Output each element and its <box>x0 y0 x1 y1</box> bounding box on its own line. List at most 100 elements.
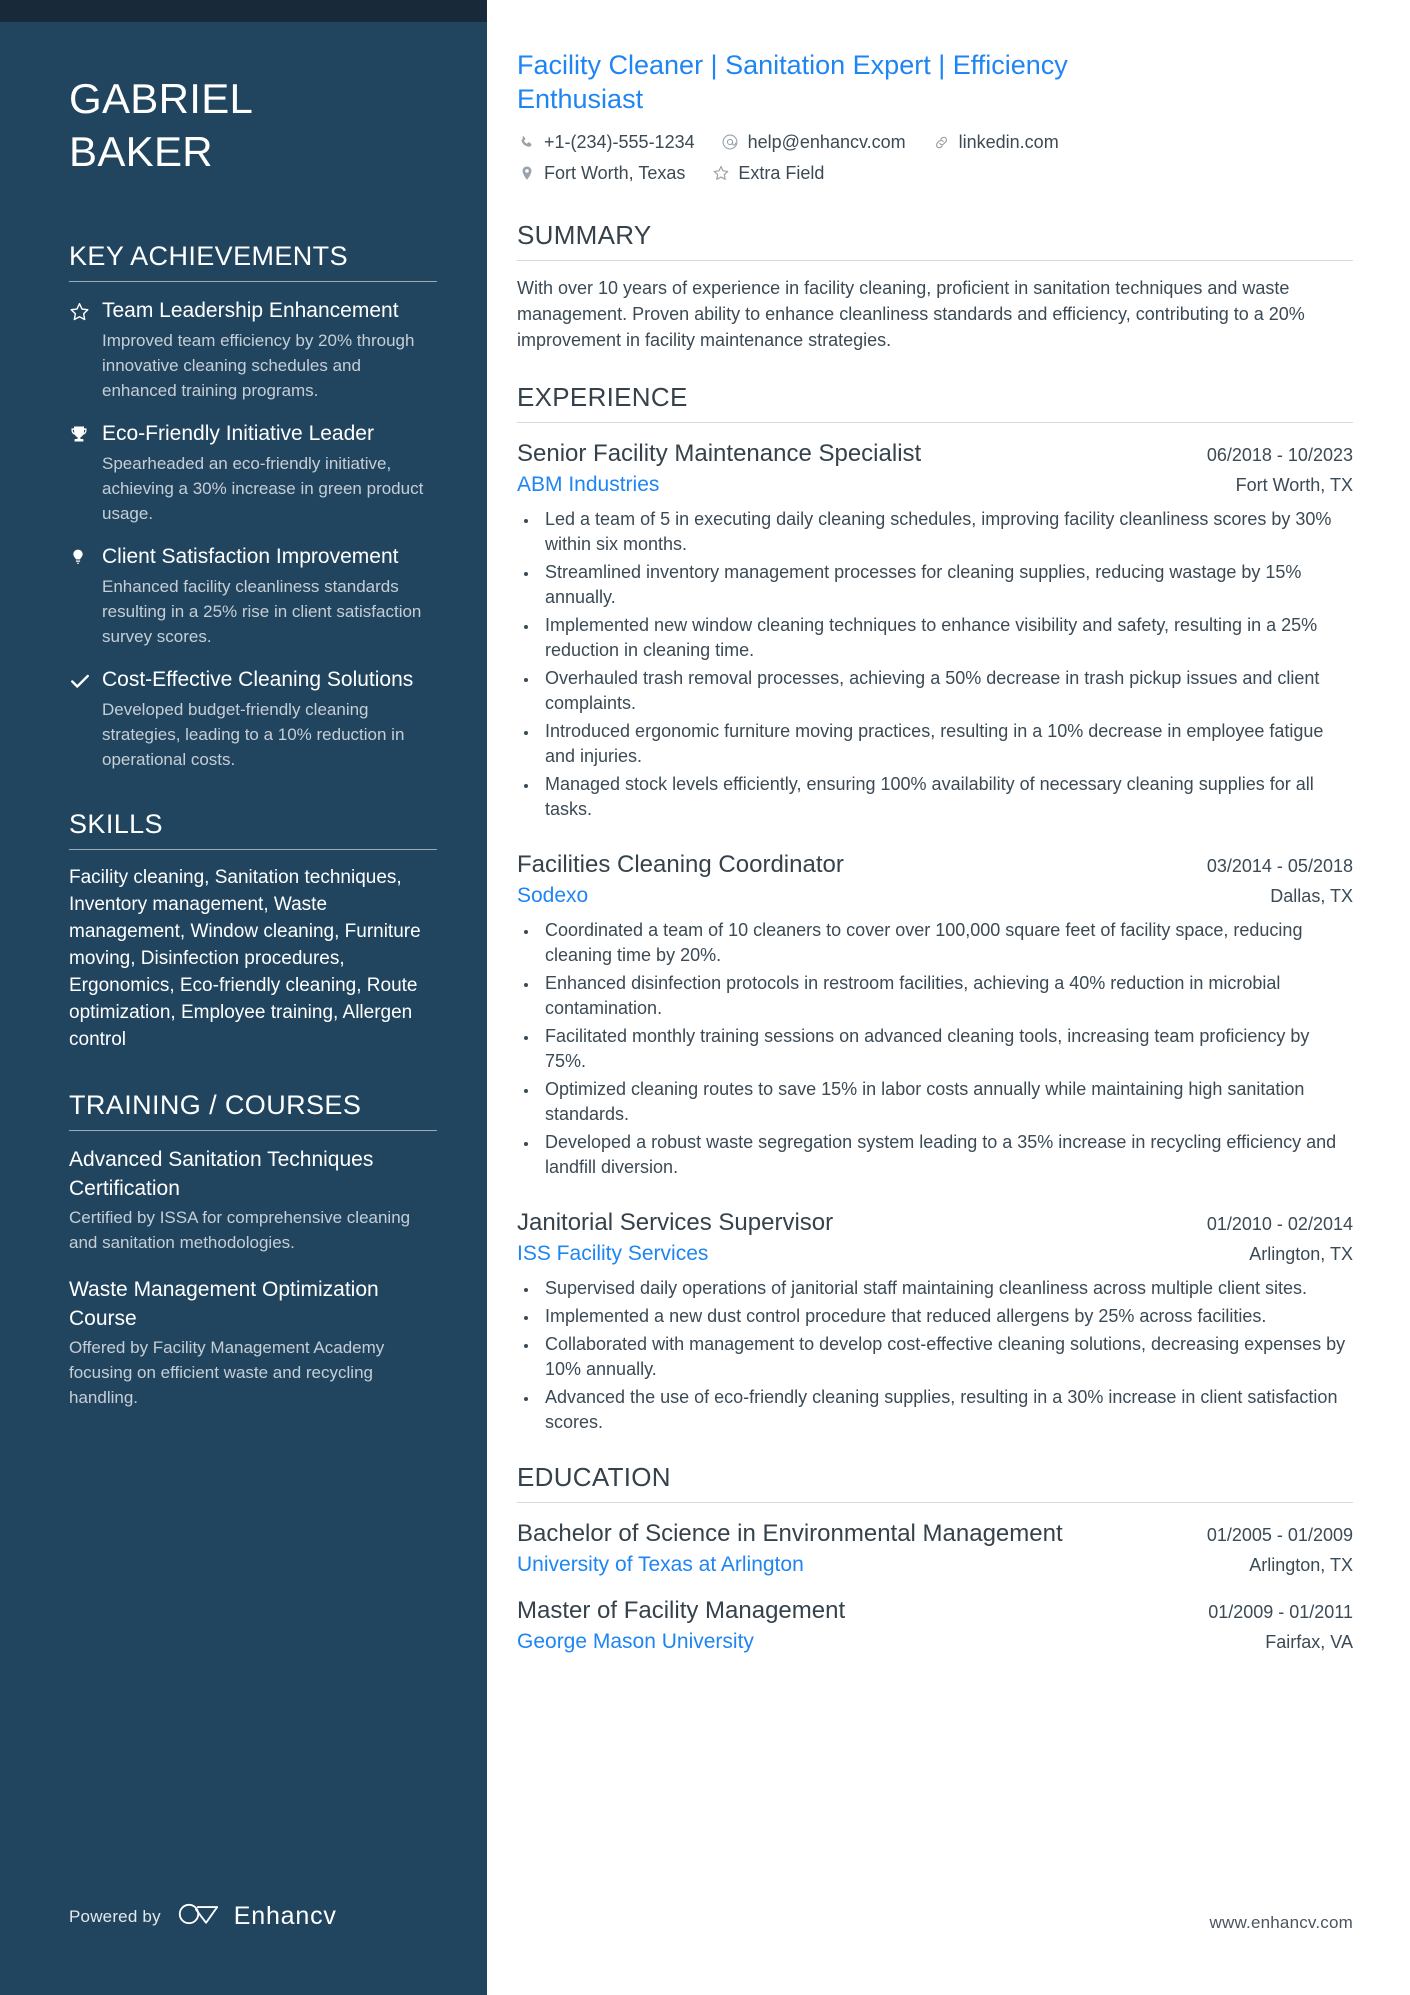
course-description: Offered by Facility Management Academy f… <box>69 1338 385 1407</box>
experience-dates: 03/2014 - 05/2018 <box>1206 856 1353 876</box>
experience-location: Dallas, TX <box>1270 886 1353 906</box>
contact-extra-field[interactable]: Extra Field <box>711 161 824 185</box>
bullet-item: Optimized cleaning routes to save 15% in… <box>539 1077 1353 1127</box>
divider <box>517 260 1353 261</box>
bullet-item: Developed a robust waste segregation sys… <box>539 1130 1353 1180</box>
sidebar: GABRIEL BAKER KEY ACHIEVEMENTS Team Lead… <box>0 0 487 1995</box>
contact-phone-value: +1-(234)-555-1234 <box>544 132 695 152</box>
sidebar-top-accent-bar <box>0 0 487 22</box>
course-title: Advanced Sanitation Techniques Certifica… <box>69 1148 374 1200</box>
experience-job-title: Janitorial Services Supervisor <box>517 1209 834 1236</box>
powered-by-label: Powered by <box>69 1906 161 1926</box>
contact-phone[interactable]: +1-(234)-555-1234 <box>517 130 695 154</box>
divider <box>69 1130 437 1131</box>
enhancv-wordmark: Enhancv <box>233 1902 337 1930</box>
education-location: Fairfax, VA <box>1265 1632 1353 1652</box>
first-name: GABRIEL <box>69 75 254 122</box>
achievement-description: Developed budget-friendly cleaning strat… <box>102 700 405 769</box>
bullet-item: Supervised daily operations of janitoria… <box>539 1276 1353 1301</box>
trophy-icon <box>69 419 99 526</box>
contact-linkedin-value: linkedin.com <box>958 132 1059 152</box>
contact-row-primary: +1-(234)-555-1234 help@enhancv.com linke… <box>517 130 1353 154</box>
contact-linkedin[interactable]: linkedin.com <box>932 130 1059 154</box>
training-courses-heading: TRAINING / COURSES <box>69 1090 362 1120</box>
lightbulb-icon <box>69 542 99 649</box>
skills-list: Facility cleaning, Sanitation techniques… <box>69 867 421 1050</box>
education-entry: Master of Facility Management 01/2009 - … <box>517 1594 1353 1657</box>
contact-location-value: Fort Worth, Texas <box>544 163 686 183</box>
enhancv-brand: Enhancv <box>177 1900 337 1933</box>
section-skills: SKILLS Facility cleaning, Sanitation tec… <box>69 808 437 1053</box>
experience-company[interactable]: ISS Facility Services <box>517 1239 708 1269</box>
education-degree: Bachelor of Science in Environmental Man… <box>517 1520 1063 1547</box>
summary-text: With over 10 years of experience in faci… <box>517 278 1305 350</box>
candidate-name: GABRIEL BAKER <box>69 72 437 178</box>
section-key-achievements: KEY ACHIEVEMENTS Team Leadership Enhance… <box>69 240 437 772</box>
skills-heading: SKILLS <box>69 809 163 839</box>
bullet-item: Enhanced disinfection protocols in restr… <box>539 971 1353 1021</box>
bullet-item: Coordinated a team of 10 cleaners to cov… <box>539 918 1353 968</box>
resume-page: GABRIEL BAKER KEY ACHIEVEMENTS Team Lead… <box>0 0 1410 1995</box>
education-location: Arlington, TX <box>1249 1555 1353 1575</box>
main-content: Facility Cleaner | Sanitation Expert | E… <box>487 0 1410 1995</box>
bullet-item: Streamlined inventory management process… <box>539 560 1353 610</box>
achievement-item: Team Leadership Enhancement Improved tea… <box>69 296 437 403</box>
education-dates: 01/2005 - 01/2009 <box>1206 1525 1353 1545</box>
section-training-courses: TRAINING / COURSES Advanced Sanitation T… <box>69 1089 437 1410</box>
experience-dates: 01/2010 - 02/2014 <box>1206 1214 1353 1234</box>
bullet-item: Introduced ergonomic furniture moving pr… <box>539 719 1353 769</box>
experience-entry: Facilities Cleaning Coordinator 03/2014 … <box>517 848 1353 1180</box>
experience-bullets: Supervised daily operations of janitoria… <box>517 1276 1353 1435</box>
experience-heading: EXPERIENCE <box>517 382 688 412</box>
education-dates: 01/2009 - 01/2011 <box>1208 1602 1353 1622</box>
education-school[interactable]: University of Texas at Arlington <box>517 1550 804 1580</box>
achievement-title: Team Leadership Enhancement <box>102 299 399 322</box>
contact-extra-field-value: Extra Field <box>738 163 825 183</box>
contact-email[interactable]: help@enhancv.com <box>721 130 906 154</box>
contact-email-value: help@enhancv.com <box>747 132 906 152</box>
section-education: EDUCATION Bachelor of Science in Environ… <box>517 1461 1353 1657</box>
experience-bullets: Led a team of 5 in executing daily clean… <box>517 507 1353 822</box>
education-heading: EDUCATION <box>517 1462 671 1492</box>
bullet-item: Facilitated monthly training sessions on… <box>539 1024 1353 1074</box>
bullet-item: Led a team of 5 in executing daily clean… <box>539 507 1353 557</box>
experience-bullets: Coordinated a team of 10 cleaners to cov… <box>517 918 1353 1180</box>
bullet-item: Implemented new window cleaning techniqu… <box>539 613 1353 663</box>
experience-company[interactable]: ABM Industries <box>517 470 659 500</box>
education-school[interactable]: George Mason University <box>517 1627 754 1657</box>
achievement-item: Client Satisfaction Improvement Enhanced… <box>69 542 437 649</box>
achievement-title: Cost-Effective Cleaning Solutions <box>102 668 414 691</box>
bullet-item: Collaborated with management to develop … <box>539 1332 1353 1382</box>
bullet-item: Overhauled trash removal processes, achi… <box>539 666 1353 716</box>
education-degree: Master of Facility Management <box>517 1597 846 1624</box>
bullet-item: Managed stock levels efficiently, ensuri… <box>539 772 1353 822</box>
experience-entry: Senior Facility Maintenance Specialist 0… <box>517 437 1353 822</box>
experience-dates: 06/2018 - 10/2023 <box>1206 445 1353 465</box>
experience-company[interactable]: Sodexo <box>517 881 588 911</box>
achievement-title: Client Satisfaction Improvement <box>102 545 399 568</box>
enhancv-logo-icon <box>177 1900 225 1933</box>
section-summary: SUMMARY With over 10 years of experience… <box>517 219 1353 353</box>
education-entry: Bachelor of Science in Environmental Man… <box>517 1517 1353 1580</box>
achievement-description: Improved team efficiency by 20% through … <box>102 331 415 400</box>
experience-location: Fort Worth, TX <box>1235 475 1353 495</box>
link-icon <box>932 133 951 152</box>
website-url[interactable]: www.enhancv.com <box>1210 1913 1353 1933</box>
location-icon <box>517 164 536 183</box>
last-name: BAKER <box>69 128 213 175</box>
achievement-item: Cost-Effective Cleaning Solutions Develo… <box>69 665 437 772</box>
contact-info: +1-(234)-555-1234 help@enhancv.com linke… <box>517 130 1353 185</box>
achievement-description: Enhanced facility cleanliness standards … <box>102 577 422 646</box>
check-icon <box>69 665 99 772</box>
sidebar-footer: Powered by Enhancv <box>69 1900 337 1933</box>
divider <box>69 281 437 282</box>
experience-location: Arlington, TX <box>1249 1244 1353 1264</box>
star-icon <box>69 296 99 403</box>
professional-headline: Facility Cleaner | Sanitation Expert | E… <box>517 50 1068 114</box>
course-title: Waste Management Optimization Course <box>69 1278 379 1330</box>
divider <box>69 849 437 850</box>
achievement-item: Eco-Friendly Initiative Leader Spearhead… <box>69 419 437 526</box>
email-icon <box>721 133 740 152</box>
contact-location[interactable]: Fort Worth, Texas <box>517 161 685 185</box>
key-achievements-heading: KEY ACHIEVEMENTS <box>69 241 348 271</box>
